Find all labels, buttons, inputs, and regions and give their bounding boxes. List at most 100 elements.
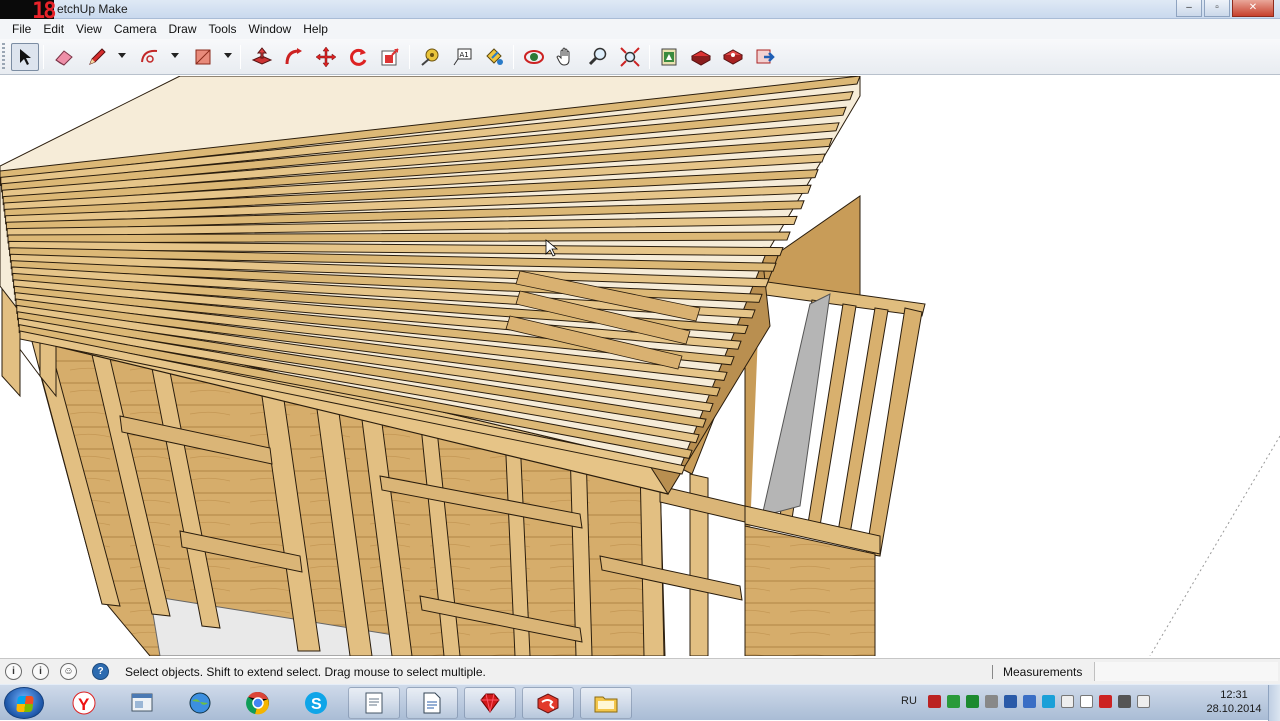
close-button[interactable]: ✕ [1232,0,1274,17]
move-icon [315,46,337,68]
tray-sync-icon[interactable] [985,695,998,708]
timber-frame-model [0,76,1280,656]
tape-measure-tool-button[interactable] [416,43,444,71]
rotate-tool-button[interactable] [344,43,372,71]
help-icon[interactable]: ? [92,663,109,680]
svg-text:Y: Y [78,695,90,714]
measurements-input[interactable] [1094,662,1278,681]
geo-location-icon[interactable]: i [5,663,22,680]
credits-icon[interactable]: i [32,663,49,680]
warehouse-button[interactable] [655,43,683,71]
text-tool-button[interactable]: A1 [448,43,476,71]
taskbar-network[interactable] [174,687,226,719]
share-model-button[interactable] [751,43,779,71]
pencil-icon [89,48,106,65]
input-language-indicator[interactable]: RU [901,695,917,707]
show-desktop-button[interactable] [1268,685,1280,721]
taskbar-notepad[interactable] [348,687,400,719]
zoom-tool-button[interactable] [584,43,612,71]
maximize-button[interactable]: ▫ [1204,0,1230,17]
tray-skype-icon[interactable] [1042,695,1055,708]
system-tray [928,695,1150,708]
scale-tool-button[interactable] [376,43,404,71]
pan-hand-icon [556,47,570,66]
tray-check-icon[interactable] [947,695,960,708]
ruby-icon [480,693,500,713]
tray-display-icon[interactable] [1004,695,1017,708]
arc-tool-button[interactable] [136,43,164,71]
taskbar-window[interactable] [116,687,168,719]
paint-bucket-tool-button[interactable] [480,43,508,71]
taskbar-explorer[interactable] [580,687,632,719]
scale-icon [381,48,399,66]
tray-network-icon[interactable] [1118,695,1131,708]
extension-warehouse-button[interactable] [719,43,747,71]
taskbar-clock[interactable]: 12:31 28.10.2014 [1206,688,1262,716]
folder-icon [594,696,618,713]
select-tool-button[interactable] [11,43,39,71]
menu-file[interactable]: File [6,22,37,36]
sketchup-icon [537,693,559,714]
move-tool-button[interactable] [312,43,340,71]
eraser-tool-button[interactable] [50,43,78,71]
skype-icon: S [305,692,327,714]
follow-me-tool-button[interactable] [280,43,308,71]
push-pull-tool-button[interactable] [248,43,276,71]
menu-draw[interactable]: Draw [163,22,203,36]
components-icon [690,50,712,66]
tray-flag-icon[interactable] [1080,695,1093,708]
taskbar-skype[interactable]: S [290,687,342,719]
zoom-extents-tool-button[interactable] [616,43,644,71]
yandex-browser-icon: Y [72,691,96,715]
tray-usb-icon[interactable] [1061,695,1074,708]
taskbar-ruby[interactable] [464,687,516,719]
menu-help[interactable]: Help [297,22,334,36]
toolbar-grip[interactable] [2,43,5,71]
arc-dropdown-arrow[interactable] [171,53,179,58]
menu-edit[interactable]: Edit [37,22,70,36]
menu-view[interactable]: View [70,22,108,36]
pan-tool-button[interactable] [552,43,580,71]
taskbar-sketchup[interactable] [522,687,574,719]
window-title: etchUp Make [57,2,128,16]
arc-icon [141,49,158,63]
model-viewport[interactable] [0,76,1280,656]
toolbar-separator [240,45,241,69]
rotate-icon [350,48,367,66]
toolbar-separator [513,45,514,69]
user-account-icon[interactable]: ☺ [60,663,77,680]
pencil-tool-button[interactable] [83,43,111,71]
zoom-extents-icon [620,47,640,67]
tray-security-icon[interactable] [1099,695,1112,708]
taskbar-document[interactable] [406,687,458,719]
tray-volume-icon[interactable] [1137,695,1150,708]
menu-camera[interactable]: Camera [108,22,163,36]
window-icon [131,693,153,712]
title-bar: 18 etchUp Make – ▫ ✕ [0,0,1280,24]
chrome-icon [246,691,269,715]
menu-tools[interactable]: Tools [203,22,243,36]
windows-taskbar: Y S RU 12:31 28.10.2014 [0,684,1280,721]
clock-time: 12:31 [1220,689,1248,701]
start-button[interactable] [4,687,44,719]
status-divider [992,665,993,679]
orbit-tool-button[interactable] [520,43,548,71]
tray-chat-icon[interactable] [1023,695,1036,708]
menu-bar: File Edit View Camera Draw Tools Window … [0,19,1280,39]
orbit-icon [524,50,544,64]
window-controls: – ▫ ✕ [1176,0,1274,17]
arrow-cursor-icon [20,49,31,65]
pencil-dropdown-arrow[interactable] [118,53,126,58]
components-button[interactable] [687,43,715,71]
rectangle-tool-button[interactable] [189,43,217,71]
minimize-button[interactable]: – [1176,0,1202,17]
taskbar-chrome[interactable] [232,687,284,719]
push-pull-icon [251,47,273,65]
menu-window[interactable]: Window [243,22,298,36]
rectangle-dropdown-arrow[interactable] [224,53,232,58]
tray-shield-icon[interactable] [966,695,979,708]
toolbar-separator [43,45,44,69]
taskbar-yandex[interactable]: Y [58,687,110,719]
tray-app-icon[interactable] [928,695,941,708]
clock-date: 28.10.2014 [1206,703,1262,715]
